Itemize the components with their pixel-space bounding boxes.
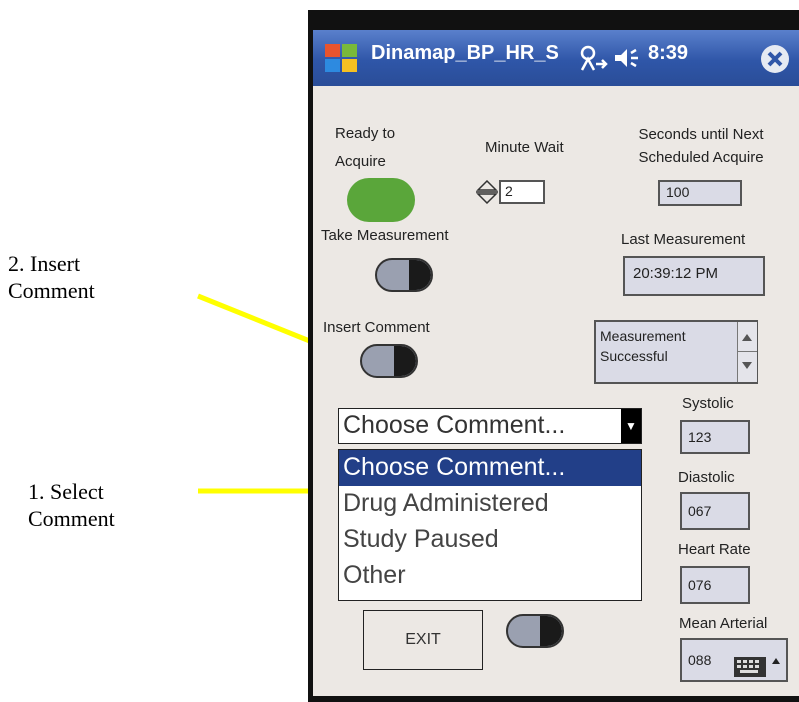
comment-option[interactable]: Choose Comment... [339, 450, 641, 486]
volume-icon[interactable] [613, 46, 643, 70]
comment-option[interactable]: Other [339, 558, 641, 594]
take-measurement-button[interactable] [375, 258, 433, 292]
minute-wait-label: Minute Wait [485, 139, 564, 156]
message-text: Successful [600, 348, 668, 364]
windows-start-icon[interactable] [323, 42, 361, 74]
last-measurement-value: 20:39:12 PM [623, 256, 765, 296]
insert-comment-button[interactable] [360, 344, 418, 378]
message-text: Measurement [600, 328, 686, 344]
ready-indicator [347, 178, 415, 222]
message-scrollbar[interactable] [737, 322, 757, 382]
diastolic-value: 067 [680, 492, 750, 530]
scroll-up-icon[interactable] [742, 334, 752, 341]
insert-comment-label: Insert Comment [323, 319, 430, 336]
label-text: Ready to [335, 125, 396, 142]
minute-wait-input[interactable]: 2 [499, 180, 545, 204]
heart-rate-label: Heart Rate [678, 541, 751, 558]
device-screen: Dinamap_BP_HR_S 8:39 Ready to Acquire Mi… [313, 30, 799, 696]
message-box: Measurement Successful [594, 320, 758, 384]
connectivity-icon[interactable] [578, 44, 608, 72]
scroll-down-icon[interactable] [742, 362, 752, 369]
close-icon[interactable] [760, 44, 790, 74]
window-title: Dinamap_BP_HR_S [371, 42, 559, 64]
keyboard-icon[interactable] [733, 654, 767, 678]
exit-toggle-button[interactable] [506, 614, 564, 648]
comment-option[interactable]: Study Paused [339, 522, 641, 558]
comment-option[interactable]: Drug Administered [339, 486, 641, 522]
heart-rate-value: 076 [680, 566, 750, 604]
title-bar: Dinamap_BP_HR_S 8:39 [313, 30, 799, 86]
comment-dropdown[interactable]: Choose Comment... ▼ [338, 408, 642, 444]
label-text: Acquire [335, 153, 386, 170]
up-down-spinner-icon[interactable] [476, 180, 498, 204]
keyboard-toggle-up-icon[interactable] [772, 658, 780, 664]
ready-to-acquire-label: Ready to Acquire [335, 124, 395, 171]
comment-options-list[interactable]: Choose Comment... Drug Administered Stud… [338, 449, 642, 601]
label-text: Scheduled Acquire [638, 149, 764, 166]
systolic-value: 123 [680, 420, 750, 454]
seconds-until-next-value: 100 [658, 180, 742, 206]
mean-arterial-label: Mean Arterial [679, 615, 768, 632]
exit-button[interactable]: EXIT [363, 610, 483, 670]
last-measurement-label: Last Measurement [621, 231, 746, 248]
clock: 8:39 [648, 42, 689, 64]
seconds-until-next-label: Seconds until Next Scheduled Acquire [607, 125, 795, 167]
comment-dropdown-value: Choose Comment... [343, 411, 566, 439]
take-measurement-label: Take Measurement [321, 227, 449, 244]
mean-arterial-text: 088 [688, 652, 712, 668]
chevron-down-icon[interactable]: ▼ [621, 409, 641, 443]
label-text: Seconds until Next [638, 126, 764, 143]
diastolic-label: Diastolic [678, 469, 735, 486]
systolic-label: Systolic [682, 395, 734, 412]
scrollbar-divider [738, 351, 757, 352]
